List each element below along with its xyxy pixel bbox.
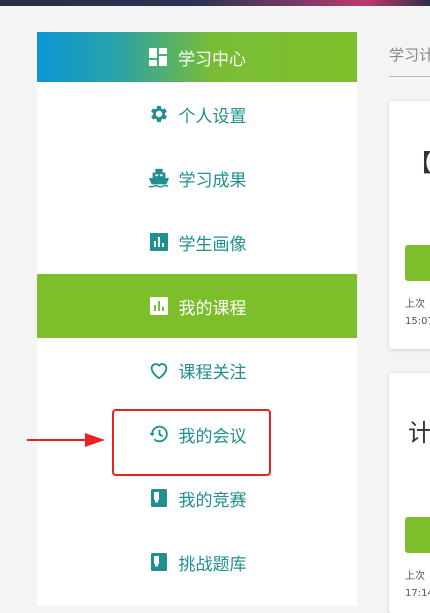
top-bar (0, 0, 430, 6)
sidebar-item-label: 我的课程 (178, 298, 247, 319)
sidebar-item-label: 学习成果 (178, 170, 247, 191)
card-last-visit-label: 上次 (405, 571, 425, 582)
sidebar-item-learning-results[interactable]: 学习成果 (37, 146, 357, 210)
card-last-visit-time: 15:07 (405, 316, 430, 327)
sidebar-item-course-follow[interactable]: 课程关注 (37, 338, 357, 402)
card-title: 【 (408, 149, 430, 177)
book-icon (148, 487, 170, 509)
main-title-divider (389, 76, 430, 77)
card-action-button[interactable] (405, 517, 430, 553)
gear-icon (148, 103, 170, 125)
sidebar-item-label: 课程关注 (178, 362, 247, 383)
card-last-visit-label: 上次 (405, 299, 425, 310)
course-card[interactable]: 【 上次 15:07 (389, 101, 430, 349)
sidebar-item-label: 学生画像 (178, 234, 247, 255)
card-last-visit-time: 17:14 (405, 588, 430, 599)
ship-icon (148, 167, 170, 189)
sidebar-item-label: 我的竞赛 (178, 490, 247, 511)
sidebar-header-learning-center[interactable]: 学习中心 (37, 32, 357, 82)
sidebar-item-label: 挑战题库 (178, 554, 247, 575)
bar-chart-icon (148, 231, 170, 253)
sidebar-item-challenge-bank[interactable]: 挑战题库 (37, 530, 357, 594)
sidebar: 学习中心 个人设置 学习成果 学生画像 我的课程 课程关注 我的会议 我的竞赛 … (37, 32, 357, 606)
sidebar-header-label: 学习中心 (178, 49, 246, 70)
book-icon (148, 551, 170, 573)
sidebar-item-personal-settings[interactable]: 个人设置 (37, 82, 357, 146)
main-section-title: 学习计 (389, 46, 430, 64)
annotation-highlight-box (112, 409, 271, 476)
sidebar-item-my-courses[interactable]: 我的课程 (37, 274, 357, 338)
dashboard-icon (148, 47, 168, 67)
card-title: 计 (408, 419, 430, 447)
course-card[interactable]: 计 上次 17:14 (389, 373, 430, 613)
heart-icon (148, 359, 170, 381)
bar-chart-icon (148, 295, 170, 317)
annotation-arrow-icon (27, 433, 105, 447)
sidebar-item-student-profile[interactable]: 学生画像 (37, 210, 357, 274)
sidebar-item-label: 个人设置 (178, 106, 247, 127)
card-action-button[interactable] (405, 245, 430, 281)
